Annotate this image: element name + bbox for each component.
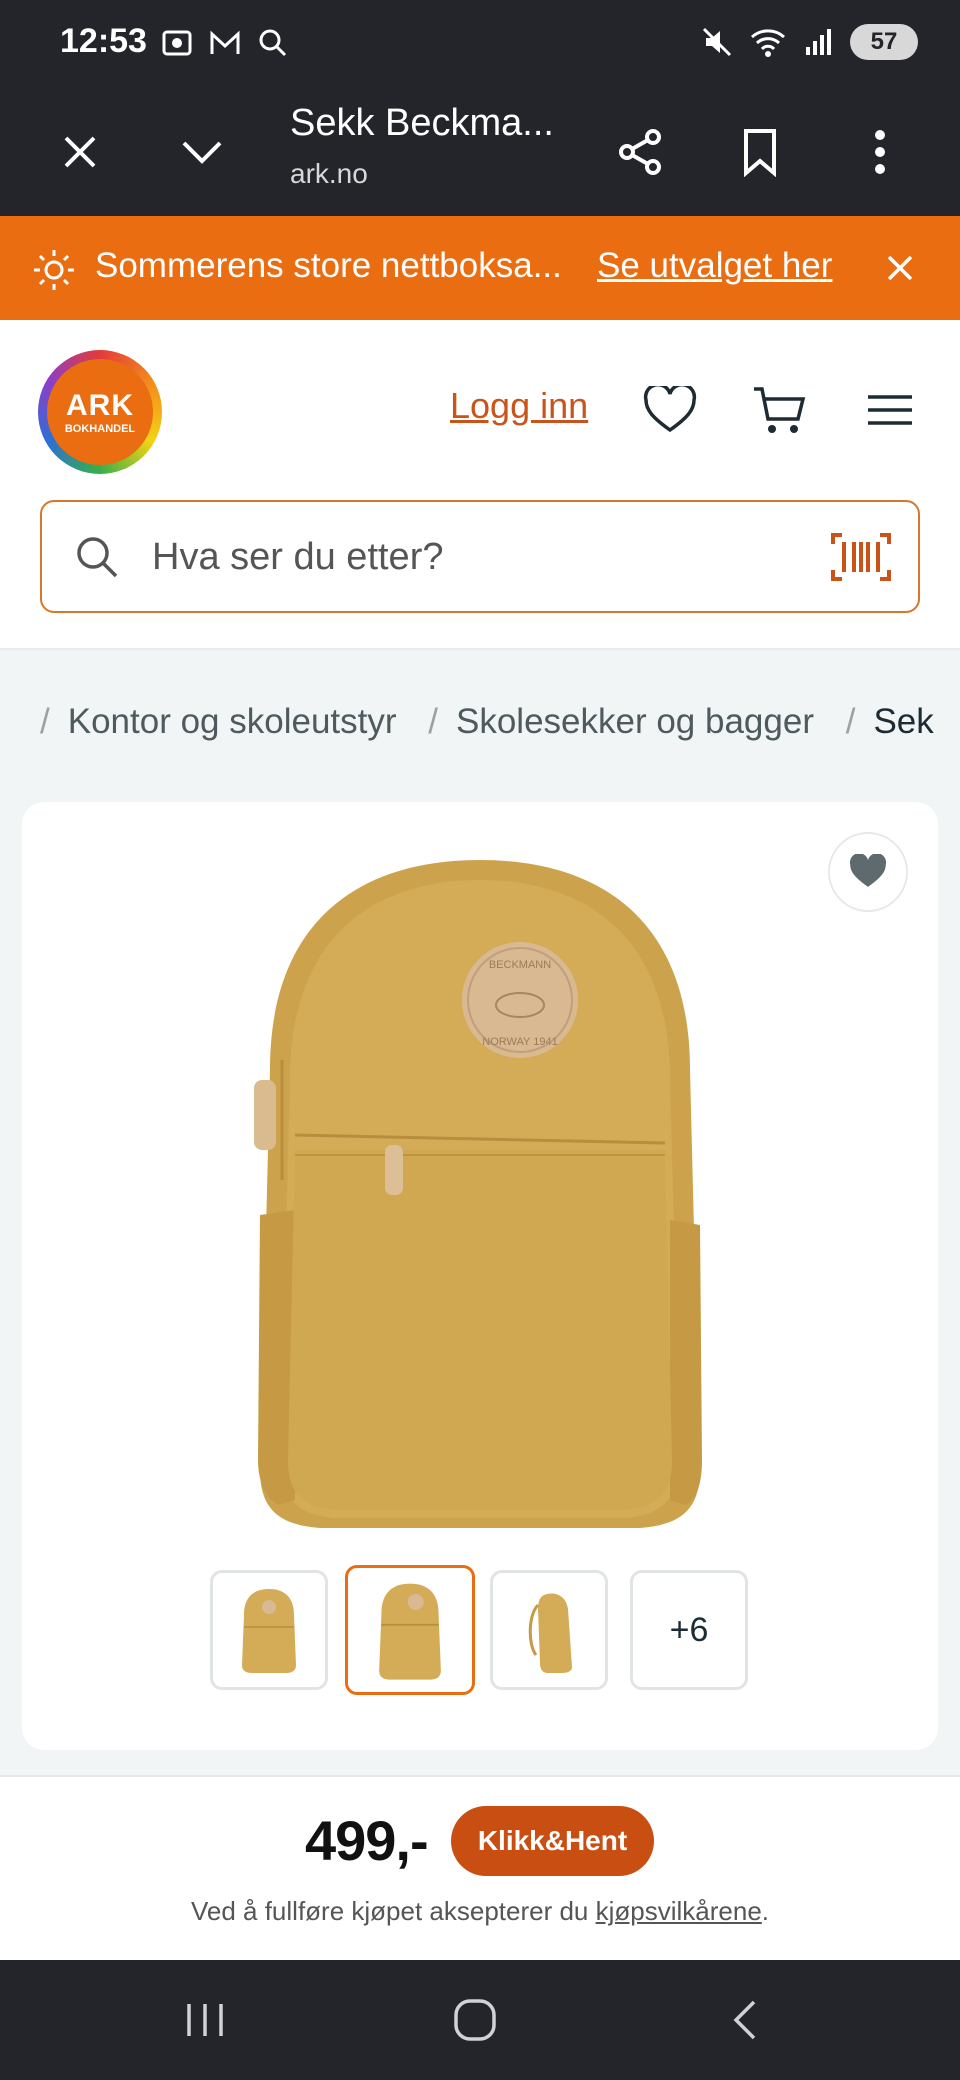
share-button[interactable] — [608, 120, 672, 184]
heart-filled-icon — [849, 854, 887, 887]
menu-button[interactable] — [860, 380, 920, 440]
backpack-thumbnail-image — [379, 1583, 441, 1680]
barcode-scan-icon[interactable] — [830, 532, 892, 582]
heart-icon — [643, 386, 697, 433]
breadcrumb: / Kontor og skoleutstyr / Skolesekker og b… — [40, 702, 934, 741]
terms-link[interactable]: kjøpsvilkårene — [596, 1896, 762, 1926]
page-url: ark.no — [290, 158, 368, 189]
home-button[interactable] — [435, 1990, 515, 2050]
more-options-button[interactable] — [848, 120, 912, 184]
close-tab-button[interactable] — [48, 120, 112, 184]
share-icon — [619, 129, 661, 175]
cart-icon — [754, 387, 806, 433]
battery-indicator: 57 — [850, 24, 918, 60]
bookmark-button[interactable] — [728, 120, 792, 184]
add-to-wishlist-button[interactable] — [828, 832, 908, 912]
signal-icon — [806, 29, 831, 55]
patch-text-top: BECKMANN — [489, 959, 551, 971]
system-navigation-bar — [0, 1960, 960, 2080]
sun-icon — [34, 250, 74, 290]
collapse-button[interactable] — [170, 120, 234, 184]
breadcrumb-item[interactable]: Kontor og skoleutstyr — [68, 702, 397, 741]
recent-apps-button[interactable] — [165, 1990, 245, 2050]
back-icon — [733, 2000, 756, 2040]
page-title: Sekk Beckma... — [290, 102, 554, 144]
more-vertical-icon — [875, 130, 885, 174]
status-notification-icons — [160, 26, 290, 60]
breadcrumb-item[interactable]: Skolesekker og bagger — [456, 702, 814, 741]
search-status-icon — [259, 29, 287, 57]
terms-suffix: . — [761, 1896, 770, 1926]
logo-text: ARK — [66, 389, 134, 422]
thumbnail-1[interactable] — [210, 1570, 328, 1690]
hamburger-icon — [868, 395, 912, 425]
more-images-count: +6 — [669, 1610, 709, 1649]
home-icon — [454, 1999, 496, 2041]
screenshot-icon — [162, 30, 192, 56]
ark-logo[interactable]: ARK BOKHANDEL — [38, 350, 162, 474]
banner-text: Sommerens store nettboksa... — [95, 246, 562, 285]
status-bar: 12:53 57 — [0, 0, 960, 90]
search-icon — [77, 537, 118, 578]
logo-subtext: BOKHANDEL — [64, 423, 136, 435]
mail-icon — [210, 30, 240, 54]
browser-toolbar: Sekk Beckma... ark.no — [0, 90, 960, 216]
breadcrumb-current: Sek — [873, 702, 934, 741]
patch-text-bottom: NORWAY 1941 — [482, 1036, 557, 1048]
terms-prefix: Ved å fullføre kjøpet aksepterer du — [190, 1896, 596, 1926]
purchase-terms: Ved å fullføre kjøpet aksepterer du kjøp… — [0, 1896, 960, 1927]
click-and-collect-button[interactable]: Klikk&Hent — [451, 1806, 654, 1876]
banner-close-icon[interactable] — [886, 254, 914, 282]
bookmark-icon — [744, 129, 776, 177]
wishlist-button[interactable] — [640, 380, 700, 440]
close-icon — [64, 136, 96, 168]
status-time: 12:53 — [60, 22, 147, 60]
mute-icon — [702, 27, 732, 57]
thumbnail-3[interactable] — [490, 1570, 608, 1690]
cart-button[interactable] — [750, 380, 810, 440]
banner-link[interactable]: Se utvalget her — [597, 246, 832, 286]
thumbnail-2[interactable] — [345, 1565, 475, 1695]
promo-banner: Sommerens store nettboksa... Se utvalget… — [0, 216, 960, 320]
wifi-icon — [751, 29, 785, 57]
login-link[interactable]: Logg inn — [450, 385, 588, 427]
back-button[interactable] — [705, 1990, 785, 2050]
search-bar[interactable]: Hva ser du etter? — [40, 500, 920, 613]
product-image[interactable]: BECKMANN NORWAY 1941 — [240, 860, 720, 1540]
recent-apps-icon — [187, 2004, 223, 2036]
more-images-button[interactable]: +6 — [630, 1570, 748, 1690]
backpack-thumbnail-image — [242, 1589, 296, 1673]
search-input[interactable]: Hva ser du etter? — [152, 536, 443, 579]
product-price: 499,- — [305, 1809, 429, 1872]
chevron-down-icon — [182, 141, 222, 164]
backpack-side-thumbnail-image — [528, 1593, 572, 1673]
status-system-icons: 57 — [700, 24, 918, 60]
